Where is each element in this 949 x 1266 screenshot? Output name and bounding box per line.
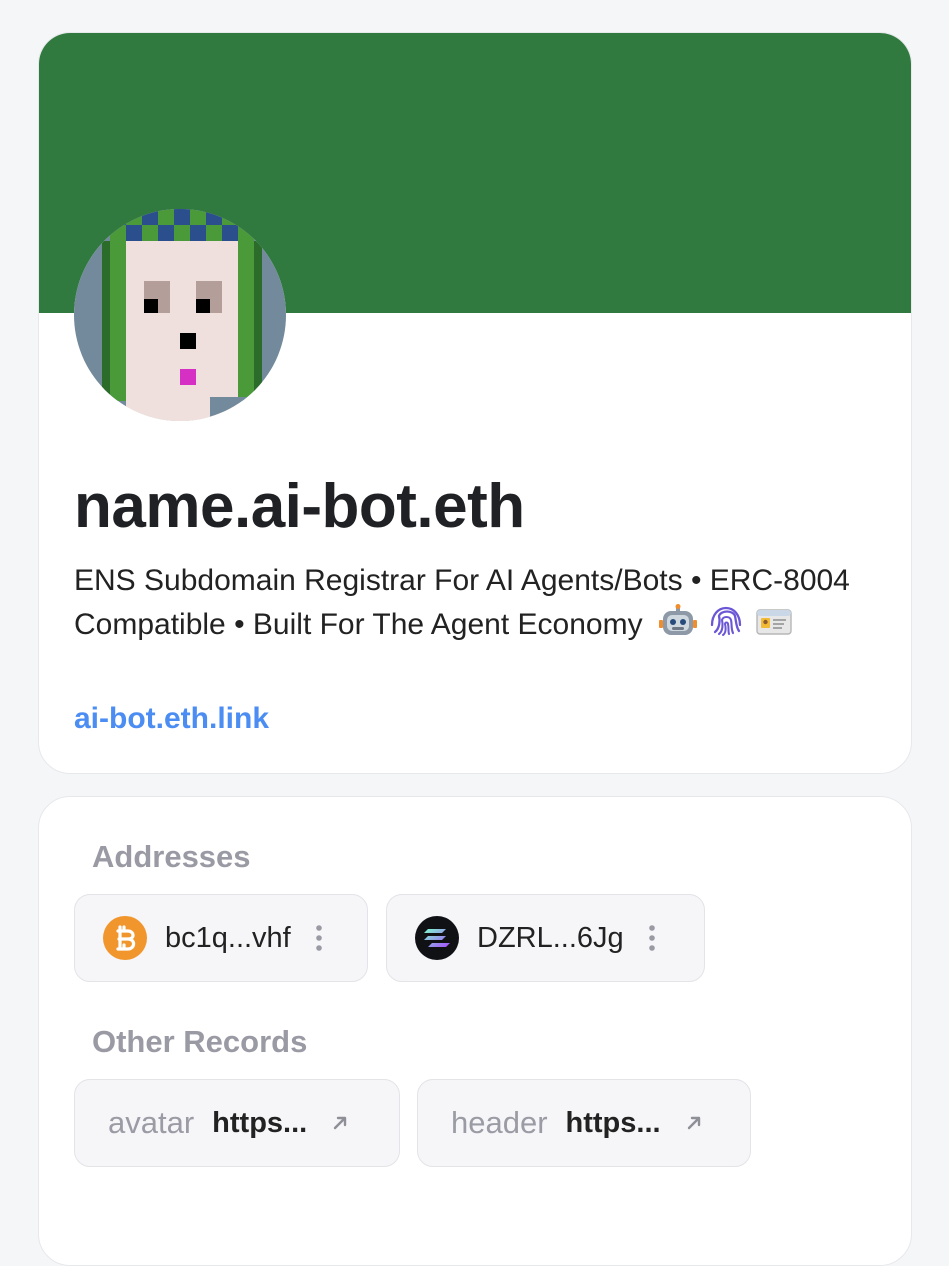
header-record-key: header bbox=[451, 1105, 548, 1140]
solana-address-text: DZRL...6Jg bbox=[477, 922, 624, 954]
external-link-icon[interactable] bbox=[329, 1112, 351, 1134]
bitcoin-icon bbox=[103, 916, 147, 960]
header-record-pill[interactable]: header https... bbox=[417, 1079, 751, 1167]
avatar-record-key: avatar bbox=[108, 1105, 195, 1140]
profile-name: name.ai-bot.eth bbox=[74, 472, 525, 541]
profile-card: name.ai-bot.eth ENS Subdomain Registrar … bbox=[38, 32, 912, 774]
external-link-icon[interactable] bbox=[683, 1112, 705, 1134]
bitcoin-address-text: bc1q...vhf bbox=[165, 922, 291, 954]
more-options-icon[interactable] bbox=[648, 924, 656, 952]
profile-bio: ENS Subdomain Registrar For AI Agents/Bo… bbox=[74, 559, 864, 647]
robot-face-icon bbox=[658, 604, 697, 640]
id-card-icon bbox=[755, 604, 793, 640]
bio-emoji-row bbox=[658, 604, 793, 640]
more-options-icon[interactable] bbox=[315, 924, 323, 952]
addresses-section-title: Addresses bbox=[92, 839, 251, 874]
bitcoin-address-pill[interactable]: bc1q...vhf bbox=[74, 894, 368, 982]
header-record-value: https... bbox=[565, 1107, 661, 1139]
pixel-avatar-image bbox=[74, 209, 286, 421]
avatar-record-pill[interactable]: avatar https... bbox=[74, 1079, 400, 1167]
fingerprint-icon bbox=[707, 604, 745, 640]
records-card: Addresses bc1q...vhf DZRL...6Jg Other Re… bbox=[38, 796, 912, 1266]
solana-icon bbox=[415, 916, 459, 960]
other-records-section-title: Other Records bbox=[92, 1024, 308, 1059]
solana-address-pill[interactable]: DZRL...6Jg bbox=[386, 894, 705, 982]
profile-link[interactable]: ai-bot.eth.link bbox=[74, 699, 269, 739]
avatar-record-value: https... bbox=[212, 1107, 308, 1139]
avatar[interactable] bbox=[74, 209, 286, 421]
